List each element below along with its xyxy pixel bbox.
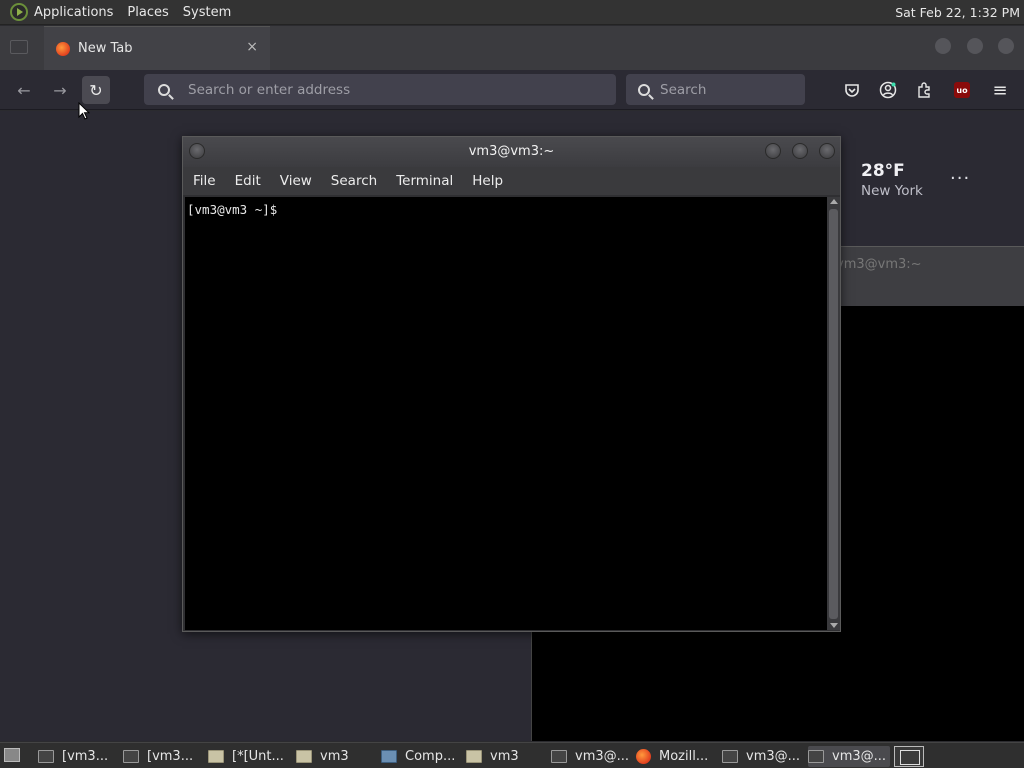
- pocket-icon[interactable]: [840, 78, 864, 102]
- weather-menu-button[interactable]: ···: [950, 168, 970, 189]
- browser-navbar: ← → ↻ Search or enter address Search uo …: [0, 70, 1024, 110]
- firefox-icon: [56, 41, 70, 56]
- taskbar-item-label: Mozill...: [659, 749, 709, 764]
- scrollbar-thumb[interactable]: [829, 209, 838, 619]
- terminal-menubar: File Edit View Search Terminal Help: [183, 167, 840, 195]
- close-window-button[interactable]: [998, 38, 1014, 54]
- workspace-switcher[interactable]: [894, 746, 924, 767]
- folder-icon: [466, 750, 482, 763]
- taskbar-item[interactable]: vm3: [466, 746, 546, 767]
- maximize-button[interactable]: [967, 38, 983, 54]
- maximize-button[interactable]: [792, 143, 808, 159]
- distro-logo-icon[interactable]: [10, 3, 28, 21]
- weather-widget[interactable]: 28°F New York: [861, 161, 923, 199]
- shell-prompt: [vm3@vm3 ~]$: [187, 202, 278, 217]
- mouse-cursor-icon: [78, 101, 91, 124]
- menu-help[interactable]: Help: [472, 173, 503, 189]
- taskbar-item[interactable]: [vm3...: [123, 746, 203, 767]
- show-desktop-icon[interactable]: [4, 748, 20, 762]
- menu-search[interactable]: Search: [331, 173, 377, 189]
- window-menu-button[interactable]: [189, 143, 205, 159]
- minimize-button[interactable]: [935, 38, 951, 54]
- menu-edit[interactable]: Edit: [235, 173, 261, 189]
- url-placeholder: Search or enter address: [188, 81, 351, 98]
- back-button[interactable]: ←: [10, 76, 38, 104]
- tab-new-tab[interactable]: New Tab ×: [44, 26, 270, 70]
- tab-overview-icon[interactable]: [10, 40, 28, 54]
- search-icon: [638, 83, 650, 96]
- menu-applications[interactable]: Applications: [34, 5, 121, 20]
- account-icon[interactable]: [876, 78, 900, 102]
- taskbar-item-label: Comp...: [405, 749, 456, 764]
- weather-city: New York: [861, 183, 923, 199]
- terminal-icon: [808, 750, 824, 763]
- terminal-window[interactable]: vm3@vm3:~ File Edit View Search Terminal…: [182, 136, 841, 632]
- taskbar-item-label: [vm3...: [62, 749, 109, 764]
- taskbar-item-label: vm3: [320, 749, 349, 764]
- terminal-icon: [722, 750, 738, 763]
- taskbar-item[interactable]: [*[Unt...: [208, 746, 292, 767]
- scroll-up-icon[interactable]: [830, 199, 838, 204]
- menu-terminal[interactable]: Terminal: [396, 173, 453, 189]
- computer-icon: [381, 750, 397, 763]
- terminal-title: vm3@vm3:~: [468, 144, 555, 159]
- taskbar-item[interactable]: Mozill...: [636, 746, 718, 767]
- taskbar-item[interactable]: vm3@...: [722, 746, 804, 767]
- taskbar-item-label: vm3@...: [575, 749, 630, 764]
- taskbar-item[interactable]: [vm3...: [38, 746, 118, 767]
- taskbar-item-label: vm3: [490, 749, 519, 764]
- taskbar-item-label: vm3@...: [746, 749, 801, 764]
- close-tab-icon[interactable]: ×: [246, 39, 258, 55]
- reload-button[interactable]: ↻: [82, 76, 110, 104]
- terminal-titlebar[interactable]: vm3@vm3:~: [183, 137, 840, 167]
- taskbar-item[interactable]: vm3: [296, 746, 376, 767]
- search-placeholder: Search: [660, 81, 707, 98]
- terminal-icon: [551, 750, 567, 763]
- tab-title: New Tab: [78, 41, 133, 56]
- url-bar[interactable]: Search or enter address: [144, 74, 616, 105]
- taskbar-item[interactable]: vm3@...: [551, 746, 631, 767]
- top-panel: Applications Places System Sat Feb 22, 1…: [0, 0, 1024, 25]
- folder-icon: [208, 750, 224, 763]
- weather-temperature: 28°F: [861, 161, 905, 181]
- menu-icon[interactable]: ≡: [988, 78, 1012, 102]
- terminal-icon: [123, 750, 139, 763]
- taskbar-item-label: [*[Unt...: [232, 749, 284, 764]
- taskbar-item-label: vm3@...: [832, 749, 887, 764]
- menu-system[interactable]: System: [183, 5, 239, 20]
- taskbar-item[interactable]: Comp...: [381, 746, 461, 767]
- menu-view[interactable]: View: [280, 173, 312, 189]
- search-bar[interactable]: Search: [626, 74, 805, 105]
- firefox-icon: [636, 749, 651, 764]
- clock[interactable]: Sat Feb 22, 1:32 PM: [895, 5, 1020, 20]
- minimize-button[interactable]: [765, 143, 781, 159]
- search-icon: [158, 83, 170, 96]
- terminal-icon: [38, 750, 54, 763]
- ublock-icon[interactable]: uo: [954, 82, 970, 98]
- taskbar-item-active[interactable]: vm3@...: [808, 746, 890, 767]
- forward-button[interactable]: →: [46, 76, 74, 104]
- folder-icon: [296, 750, 312, 763]
- menu-file[interactable]: File: [193, 173, 216, 189]
- close-button[interactable]: [819, 143, 835, 159]
- terminal-scrollbar[interactable]: [827, 197, 840, 630]
- menu-places[interactable]: Places: [127, 5, 176, 20]
- extensions-icon[interactable]: [912, 78, 936, 102]
- terminal-screen[interactable]: [vm3@vm3 ~]$: [185, 197, 827, 630]
- browser-tabbar: New Tab ×: [0, 26, 1024, 70]
- bottom-panel: [vm3... [vm3... [*[Unt... vm3 Comp... vm…: [0, 742, 1024, 768]
- taskbar-item-label: [vm3...: [147, 749, 194, 764]
- scroll-down-icon[interactable]: [830, 623, 838, 628]
